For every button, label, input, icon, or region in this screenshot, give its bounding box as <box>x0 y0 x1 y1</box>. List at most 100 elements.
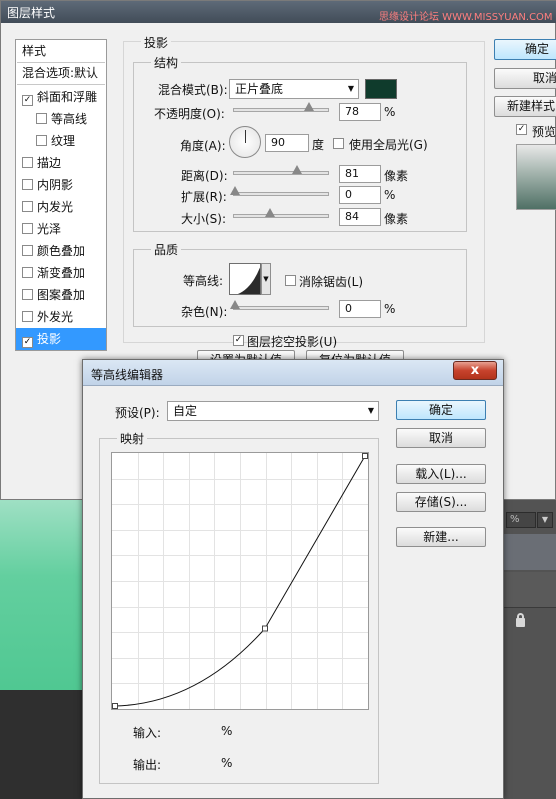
noise-field[interactable]: 0 <box>339 300 381 318</box>
load-button[interactable]: 载入(L)... <box>396 464 486 484</box>
inner-shadow-checkbox[interactable] <box>22 179 33 190</box>
gradient-overlay-checkbox[interactable] <box>22 267 33 278</box>
antialias-label[interactable]: 消除锯齿(L) <box>299 273 363 290</box>
contour-thumbnail[interactable] <box>229 263 261 295</box>
style-item-satin[interactable]: 光泽 <box>16 218 106 240</box>
global-light-label[interactable]: 使用全局光(G) <box>349 136 428 153</box>
curve-ok-button[interactable]: 确定 <box>396 400 486 420</box>
drop-shadow-checkbox[interactable]: ✓ <box>22 337 33 348</box>
spread-label: 扩展(R): <box>181 190 227 204</box>
stroke-checkbox[interactable] <box>22 157 33 168</box>
new-button[interactable]: 新建... <box>396 527 486 547</box>
layer-row[interactable] <box>504 572 556 608</box>
spread-field[interactable]: 0 <box>339 186 381 204</box>
slider-thumb[interactable] <box>230 300 240 309</box>
style-item-drop-shadow[interactable]: ✓ 投影 <box>16 328 106 350</box>
quality-title: 品质 <box>151 241 182 258</box>
canvas-dark-area <box>0 690 90 799</box>
satin-checkbox[interactable] <box>22 223 33 234</box>
slider-thumb[interactable] <box>265 208 275 217</box>
cancel-button[interactable]: 取消 <box>494 68 556 89</box>
antialias-checkbox[interactable] <box>285 275 296 286</box>
opacity-label: 不透明度(O): <box>154 107 225 121</box>
ok-button[interactable]: 确定 <box>494 39 556 60</box>
slider-thumb[interactable] <box>292 165 302 174</box>
style-item-contour[interactable]: 等高线 <box>16 108 106 130</box>
canvas-green-area <box>0 500 90 690</box>
style-preview-thumbnail <box>516 144 556 210</box>
close-button[interactable]: x <box>453 361 497 380</box>
style-item-bevel[interactable]: ✓ 斜面和浮雕 <box>16 86 106 108</box>
preview-label[interactable]: 预览( <box>532 123 556 140</box>
global-light-checkbox[interactable] <box>333 138 344 149</box>
preset-select[interactable]: 自定 ▼ <box>167 401 379 421</box>
size-slider[interactable] <box>233 208 329 218</box>
noise-slider[interactable] <box>230 300 329 310</box>
knockout-checkbox[interactable]: ✓ <box>233 335 244 346</box>
output-unit: % <box>221 756 233 770</box>
layer-row-selected[interactable] <box>504 534 556 570</box>
style-item-outer-glow[interactable]: 外发光 <box>16 306 106 328</box>
distance-label: 距离(D): <box>181 169 228 183</box>
curve-cancel-button[interactable]: 取消 <box>396 428 486 448</box>
opacity-field[interactable]: 78 <box>339 103 381 121</box>
preset-value: 自定 <box>173 404 198 418</box>
style-item-label: 光泽 <box>37 222 62 236</box>
contour-preview-curve <box>237 267 260 294</box>
slider-thumb[interactable] <box>304 102 314 111</box>
inner-glow-checkbox[interactable] <box>22 201 33 212</box>
style-item-color-overlay[interactable]: 颜色叠加 <box>16 240 106 262</box>
contour-dropdown-chevron-icon[interactable]: ▼ <box>261 263 271 295</box>
curve-control-point[interactable] <box>112 703 118 709</box>
chevron-down-icon: ▼ <box>367 406 374 415</box>
curve-graph[interactable] <box>111 452 369 710</box>
shadow-color-swatch[interactable] <box>365 79 397 99</box>
slider-thumb[interactable] <box>230 186 240 195</box>
input-label: 输入: <box>133 726 162 740</box>
style-item-inner-shadow[interactable]: 内阴影 <box>16 174 106 196</box>
contour-editor-titlebar: 等高线编辑器 x <box>83 360 503 386</box>
panel-field[interactable]: % <box>506 512 536 528</box>
style-item-pattern-overlay[interactable]: 图案叠加 <box>16 284 106 306</box>
distance-field[interactable]: 81 <box>339 165 381 183</box>
style-item-label: 纹理 <box>51 134 76 148</box>
style-item-inner-glow[interactable]: 内发光 <box>16 196 106 218</box>
angle-dial[interactable] <box>229 126 261 158</box>
style-item-gradient-overlay[interactable]: 渐变叠加 <box>16 262 106 284</box>
contour-editor-dialog: 等高线编辑器 x 预设(P): 自定 ▼ 映射 输入: % 输出: % 确定 取消… <box>82 359 504 799</box>
opacity-slider[interactable] <box>233 102 329 112</box>
outer-glow-checkbox[interactable] <box>22 311 33 322</box>
new-style-button[interactable]: 新建样式( <box>494 96 556 117</box>
blend-options-item[interactable]: 混合选项:默认 <box>16 62 106 84</box>
panel-dropdown[interactable]: ▼ <box>537 512 553 528</box>
save-button[interactable]: 存储(S)... <box>396 492 486 512</box>
noise-unit: % <box>384 302 396 316</box>
watermark-text: 思缘设计论坛 WWW.MISSYUAN.COM <box>379 12 553 23</box>
blend-mode-select[interactable]: 正片叠底 ▼ <box>229 79 359 99</box>
style-item-stroke[interactable]: 描边 <box>16 152 106 174</box>
size-field[interactable]: 84 <box>339 208 381 226</box>
style-item-label: 描边 <box>37 156 62 170</box>
style-item-label: 图案叠加 <box>37 288 86 302</box>
color-overlay-checkbox[interactable] <box>22 245 33 256</box>
distance-slider[interactable] <box>233 165 329 175</box>
spread-slider[interactable] <box>230 186 329 196</box>
bevel-checkbox[interactable]: ✓ <box>22 95 33 106</box>
curve-graph-svg[interactable] <box>112 453 368 709</box>
curve-control-point[interactable] <box>262 625 268 632</box>
pattern-overlay-checkbox[interactable] <box>22 289 33 300</box>
style-list-header[interactable]: 样式 <box>16 40 106 62</box>
mapping-title: 映射 <box>117 430 148 447</box>
texture-checkbox[interactable] <box>36 135 47 146</box>
curve-control-point[interactable] <box>362 453 368 459</box>
knockout-label[interactable]: 图层挖空投影(U) <box>247 333 337 350</box>
style-item-texture[interactable]: 纹理 <box>16 130 106 152</box>
contour-checkbox[interactable] <box>36 113 47 124</box>
dialog-title: 图层样式 <box>7 6 56 20</box>
blend-mode-value: 正片叠底 <box>235 82 284 96</box>
style-item-label: 投影 <box>37 332 62 346</box>
input-unit: % <box>221 724 233 738</box>
preset-label: 预设(P): <box>115 406 160 420</box>
angle-field[interactable]: 90 <box>265 134 309 152</box>
preview-checkbox[interactable]: ✓ <box>516 124 527 135</box>
